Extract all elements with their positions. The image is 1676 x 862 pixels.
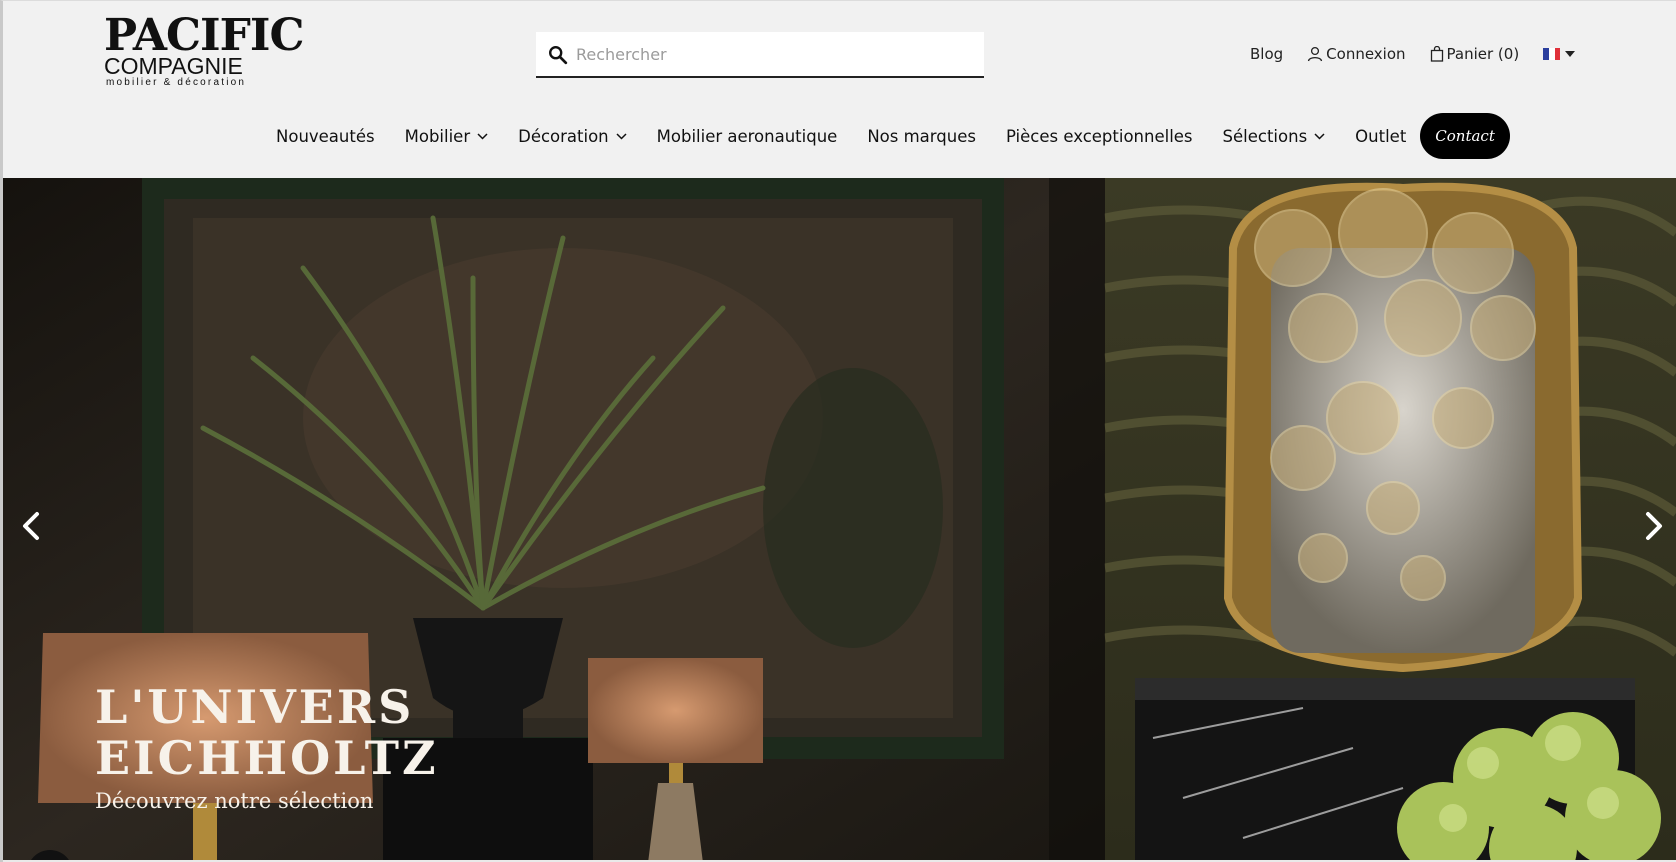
nav-label: Outlet xyxy=(1355,126,1407,146)
login-label: Connexion xyxy=(1326,45,1406,63)
hero-caption[interactable]: L'UNIVERS EICHHOLTZ Découvrez notre séle… xyxy=(95,682,439,816)
nav-label: Sélections xyxy=(1222,126,1308,146)
hero-title-line2: EICHHOLTZ xyxy=(95,731,439,785)
search-icon[interactable] xyxy=(547,44,569,66)
contact-button[interactable]: Contact xyxy=(1420,113,1510,159)
logo-line1: PACIFIC xyxy=(104,10,304,61)
user-icon xyxy=(1308,46,1323,62)
nav-label: Nouveautés xyxy=(276,126,375,146)
hero-title-line1: L'UNIVERS xyxy=(95,680,415,734)
nav-label: Mobilier xyxy=(404,126,471,146)
nav-item-selections[interactable]: Sélections xyxy=(1223,127,1326,146)
logo-tagline: mobilier & décoration xyxy=(106,77,247,88)
nav-label: Pièces exceptionnelles xyxy=(1005,126,1193,146)
nav-label: Décoration xyxy=(518,126,609,146)
caret-down-icon xyxy=(1565,51,1576,57)
nav-item-mobilier-aeronautique[interactable]: Mobilier aeronautique xyxy=(657,127,838,146)
nav-label: Nos marques xyxy=(867,126,976,146)
shopping-bag-icon xyxy=(1430,46,1443,62)
search-bar xyxy=(536,32,984,78)
language-selector[interactable] xyxy=(1543,48,1576,60)
hero-slider: L'UNIVERS EICHHOLTZ Découvrez notre séle… xyxy=(3,178,1676,862)
cart-link[interactable]: Panier (0) xyxy=(1430,45,1520,63)
france-flag-icon xyxy=(1543,48,1561,60)
nav-item-pieces-exceptionnelles[interactable]: Pièces exceptionnelles xyxy=(1006,127,1193,146)
hero-subtitle: Découvrez notre sélection xyxy=(95,789,374,813)
main-navigation: Nouveautés Mobilier Décoration Mobilier … xyxy=(261,113,1510,159)
nav-item-nouveautes[interactable]: Nouveautés xyxy=(276,127,375,146)
search-input[interactable] xyxy=(576,32,976,76)
blog-label: Blog xyxy=(1250,45,1284,63)
site-header: PACIFIC COMPAGNIE mobilier & décoration … xyxy=(3,1,1676,178)
chevron-down-icon xyxy=(1314,132,1325,140)
chevron-down-icon xyxy=(477,132,488,140)
previous-slide-arrow[interactable] xyxy=(17,506,47,546)
login-link[interactable]: Connexion xyxy=(1307,45,1406,63)
next-slide-arrow[interactable] xyxy=(1638,506,1668,546)
nav-item-outlet[interactable]: Outlet xyxy=(1355,127,1406,146)
nav-item-decoration[interactable]: Décoration xyxy=(518,127,627,146)
blog-link[interactable]: Blog xyxy=(1250,45,1283,63)
nav-item-nos-marques[interactable]: Nos marques xyxy=(867,127,976,146)
nav-label: Mobilier aeronautique xyxy=(656,126,838,146)
nav-item-mobilier[interactable]: Mobilier xyxy=(405,127,489,146)
site-logo[interactable]: PACIFIC COMPAGNIE mobilier & décoration xyxy=(104,10,304,95)
page: PACIFIC COMPAGNIE mobilier & décoration … xyxy=(0,0,1676,862)
header-utilities: Blog Connexion Panier (0) xyxy=(1250,41,1576,67)
cart-label: Panier (0) xyxy=(1446,45,1520,63)
contact-label: Contact xyxy=(1435,127,1495,145)
chevron-down-icon xyxy=(616,132,627,140)
